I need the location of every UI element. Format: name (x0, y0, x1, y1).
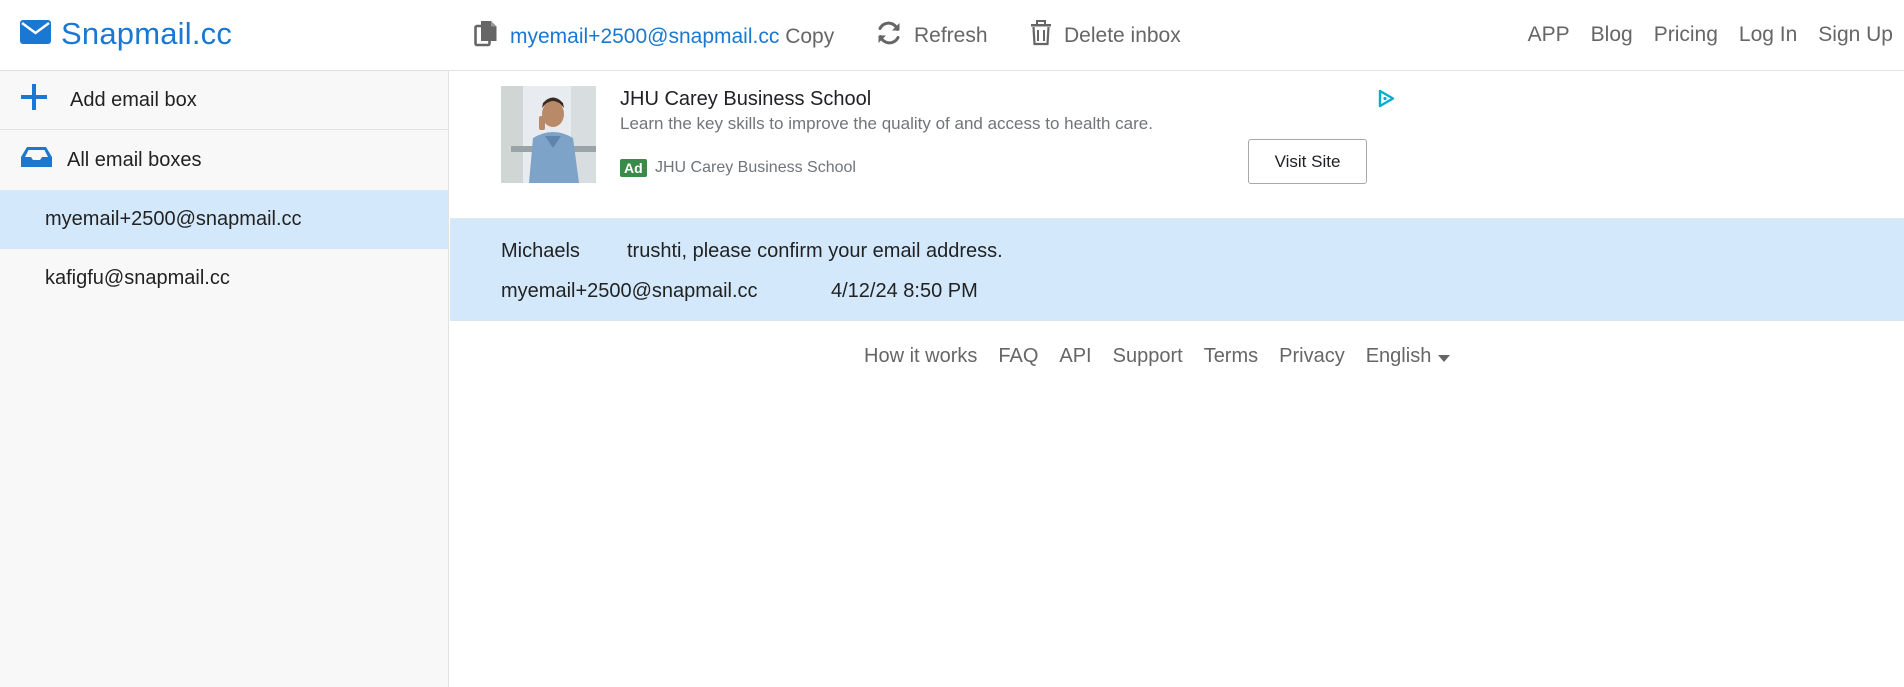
footer-support[interactable]: Support (1113, 345, 1183, 368)
current-email: myemail+2500@snapmail.cc (510, 25, 780, 48)
footer-how-it-works[interactable]: How it works (864, 345, 977, 368)
delete-inbox-button[interactable]: Delete inbox (1030, 20, 1181, 52)
copy-email-button[interactable]: myemail+2500@snapmail.cc Copy (474, 20, 834, 54)
email-subject: trushti, please confirm your email addre… (627, 240, 1003, 262)
refresh-label: Refresh (914, 24, 988, 47)
refresh-icon (876, 20, 902, 52)
nav-signup[interactable]: Sign Up (1818, 23, 1893, 47)
brand-logo[interactable]: Snapmail.cc (20, 16, 232, 52)
brand-name: Snapmail.cc (61, 16, 233, 51)
email-sender: Michaels (501, 240, 580, 262)
ad-title[interactable]: JHU Carey Business School (620, 88, 871, 111)
all-email-boxes-item[interactable]: All email boxes (0, 130, 448, 190)
top-nav: APP Blog Pricing Log In Sign Up (1528, 23, 1893, 47)
footer-api[interactable]: API (1059, 345, 1091, 368)
email-recipient: myemail+2500@snapmail.cc (501, 280, 758, 302)
copy-icon (474, 20, 498, 54)
email-list-item[interactable]: Michaels trushti, please confirm your em… (450, 219, 1904, 321)
all-email-boxes-label: All email boxes (67, 148, 202, 171)
add-email-box-button[interactable]: Add email box (0, 71, 448, 130)
main-content: JHU Carey Business School Learn the key … (450, 71, 1904, 687)
sidebar-email-box[interactable]: myemail+2500@snapmail.cc (0, 190, 448, 249)
plus-icon (20, 83, 48, 117)
add-email-box-label: Add email box (70, 88, 197, 111)
footer-faq[interactable]: FAQ (998, 345, 1038, 368)
visit-site-button[interactable]: Visit Site (1248, 139, 1367, 184)
nav-pricing[interactable]: Pricing (1654, 23, 1718, 47)
ad-advertiser: JHU Carey Business School (655, 159, 856, 176)
ad-choices-icon[interactable] (1377, 89, 1396, 113)
caret-down-icon (1438, 345, 1451, 368)
sidebar: Add email box All email boxes myemail+25… (0, 71, 449, 687)
email-date: 4/12/24 8:50 PM (831, 280, 978, 302)
nav-login[interactable]: Log In (1739, 23, 1797, 47)
email-box-label: kafigfu@snapmail.cc (45, 267, 230, 289)
sidebar-email-box[interactable]: kafigfu@snapmail.cc (0, 249, 448, 308)
language-label: English (1365, 345, 1432, 367)
ad-banner[interactable]: JHU Carey Business School Learn the key … (450, 71, 1904, 219)
footer-privacy[interactable]: Privacy (1279, 345, 1345, 368)
nav-blog[interactable]: Blog (1591, 23, 1633, 47)
refresh-button[interactable]: Refresh (876, 20, 988, 52)
language-selector[interactable]: English (1366, 345, 1451, 368)
inbox-tray-icon (20, 146, 53, 174)
trash-icon (1030, 20, 1052, 52)
ad-description: Learn the key skills to improve the qual… (620, 114, 1153, 133)
envelope-icon (20, 19, 51, 49)
delete-inbox-label: Delete inbox (1064, 24, 1181, 47)
ad-image[interactable] (501, 86, 596, 183)
footer-terms[interactable]: Terms (1204, 345, 1258, 368)
top-bar: Snapmail.cc myemail+2500@snapmail.cc Cop… (0, 0, 1904, 71)
ad-badge: Ad (620, 159, 647, 177)
email-box-label: myemail+2500@snapmail.cc (45, 208, 302, 230)
nav-app[interactable]: APP (1528, 23, 1570, 47)
footer-links: How it works FAQ API Support Terms Priva… (864, 345, 1451, 368)
copy-label: Copy (785, 25, 835, 48)
